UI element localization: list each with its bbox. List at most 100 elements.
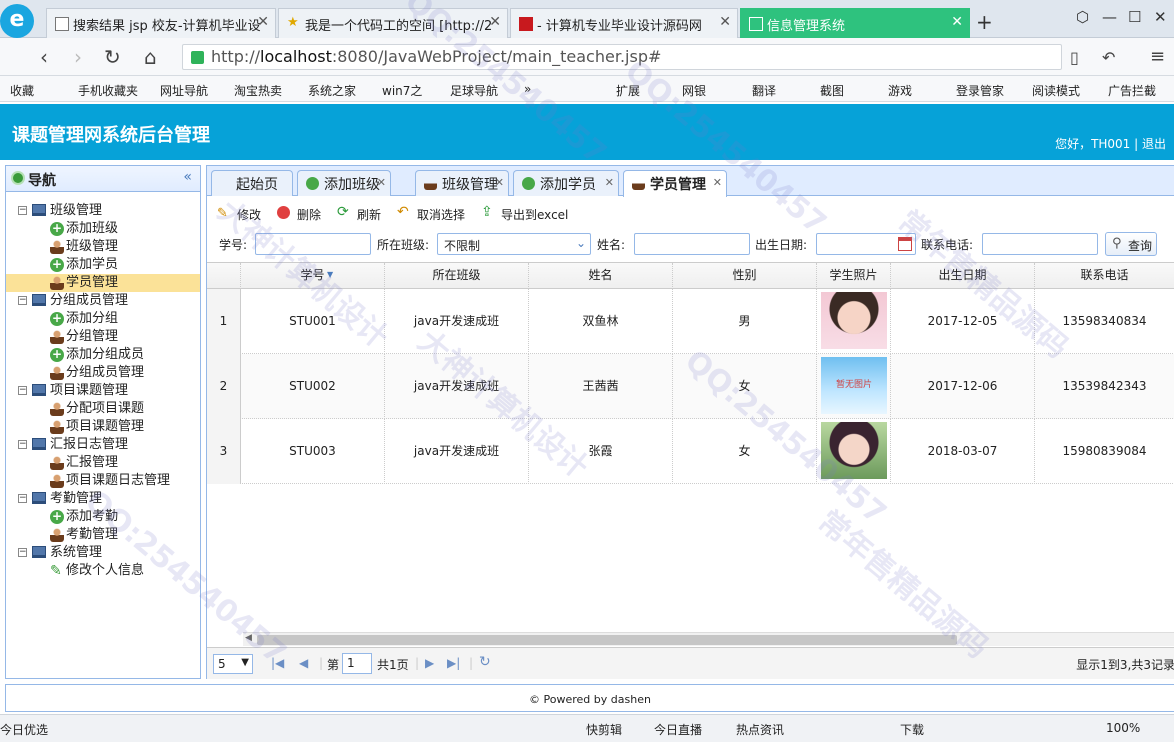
sidebar-item[interactable]: 学员管理	[6, 274, 200, 292]
back-button[interactable]: ‹	[40, 45, 48, 69]
page-number-input[interactable]: 1	[342, 653, 372, 674]
bookmark-item[interactable]: 手机收藏夹	[78, 82, 138, 99]
refresh-icon[interactable]: ↻	[479, 654, 491, 670]
close-icon[interactable]: ✕	[257, 14, 269, 30]
close-icon[interactable]: ✕	[377, 176, 386, 189]
first-page-icon[interactable]: |◀	[271, 656, 284, 670]
student-id-input[interactable]	[255, 233, 371, 255]
sidebar-group[interactable]: − 分组成员管理	[6, 292, 200, 310]
status-item[interactable]: 快剪辑	[586, 721, 622, 738]
browser-tab-2[interactable]: ★ 我是一个代码工的空间 [http://2 ✕	[278, 8, 508, 38]
column-header[interactable]: 学生照片	[817, 263, 891, 289]
bookmark-item[interactable]: 网址导航	[160, 82, 208, 99]
export-excel-button[interactable]: ⇪ 导出到excel	[481, 205, 568, 223]
sidebar-item[interactable]: 项目课题日志管理	[6, 472, 200, 490]
column-header[interactable]: 性别	[673, 263, 817, 289]
status-item[interactable]: 今日直播	[654, 721, 702, 738]
bookmark-item[interactable]: 登录管家	[956, 82, 1004, 99]
reload-button[interactable]: ↻	[104, 45, 121, 69]
bookmark-item[interactable]: 翻译	[752, 82, 776, 99]
sidebar-item[interactable]: + 添加考勤	[6, 508, 200, 526]
sidebar-item[interactable]: + 添加学员	[6, 256, 200, 274]
bookmark-item[interactable]: 网银	[682, 82, 706, 99]
close-icon[interactable]: ✕	[489, 14, 501, 30]
maximize-button[interactable]: ☐	[1128, 8, 1141, 26]
bookmark-item[interactable]: 游戏	[888, 82, 912, 99]
column-header[interactable]: 联系电话	[1035, 263, 1174, 289]
bookmark-item[interactable]: 阅读模式	[1032, 82, 1080, 99]
collapse-toggle-icon[interactable]: −	[18, 206, 27, 215]
bookmark-item[interactable]: win7之	[382, 82, 422, 99]
prev-page-icon[interactable]: ◀	[299, 656, 308, 670]
sidebar-item[interactable]: 考勤管理	[6, 526, 200, 544]
home-icon[interactable]: ⌂	[144, 45, 157, 69]
calendar-icon[interactable]	[898, 237, 912, 251]
collapse-toggle-icon[interactable]: −	[18, 548, 27, 557]
undo-icon[interactable]: ↶	[1102, 48, 1115, 67]
sidebar-item[interactable]: 汇报管理	[6, 454, 200, 472]
zoom-level[interactable]: 100%	[1106, 721, 1140, 735]
horizontal-scrollbar[interactable]: ◀	[243, 632, 1174, 646]
panel-tab[interactable]: 起始页	[211, 170, 293, 196]
scroll-left-icon[interactable]: ◀	[245, 633, 252, 643]
status-item[interactable]: 热点资讯	[736, 721, 784, 738]
table-row[interactable]: 2 STU002 java开发速成班 王茜茜女 暂无图片 2017-12-06 135398…	[207, 354, 1174, 419]
sidebar-item[interactable]: 班级管理	[6, 238, 200, 256]
next-page-icon[interactable]: ▶	[425, 656, 434, 670]
skin-icon[interactable]: ⬡	[1076, 8, 1089, 26]
sidebar-group[interactable]: − 汇报日志管理	[6, 436, 200, 454]
table-row[interactable]: 1 STU001 java开发速成班 双鱼林男 2017-12-05 1359834083…	[207, 289, 1174, 354]
status-item[interactable]: 今日优选	[0, 721, 48, 738]
sidebar-item[interactable]: 项目课题管理	[6, 418, 200, 436]
sidebar-group[interactable]: − 项目课题管理	[6, 382, 200, 400]
sidebar-item[interactable]: + 添加分组	[6, 310, 200, 328]
sidebar-group[interactable]: − 系统管理	[6, 544, 200, 562]
panel-tab[interactable]: 添加班级 ✕	[297, 170, 391, 196]
close-icon[interactable]: ✕	[605, 176, 614, 189]
close-icon[interactable]: ✕	[495, 176, 504, 189]
collapse-toggle-icon[interactable]: −	[18, 494, 27, 503]
phone-icon[interactable]: ▯	[1070, 48, 1079, 67]
last-page-icon[interactable]: ▶|	[447, 656, 460, 670]
table-row[interactable]: 3 STU003 java开发速成班 张霞女 2018-03-07 15980839084	[207, 419, 1174, 484]
column-header[interactable]: 出生日期	[891, 263, 1035, 289]
sidebar-item[interactable]: ✎ 修改个人信息	[6, 562, 200, 580]
sidebar-item[interactable]: 分组管理	[6, 328, 200, 346]
close-icon[interactable]: ✕	[951, 14, 963, 30]
bookmark-item[interactable]: 广告拦截	[1108, 82, 1156, 99]
bookmark-item[interactable]: 淘宝热卖	[234, 82, 282, 99]
minimize-button[interactable]: —	[1102, 8, 1117, 26]
column-header[interactable]: 所在班级	[385, 263, 529, 289]
browser-tab-active[interactable]: 信息管理系统 ✕	[740, 8, 970, 38]
sidebar-item[interactable]: 分配项目课题	[6, 400, 200, 418]
refresh-button[interactable]: ⟳ 刷新	[337, 205, 381, 223]
column-header[interactable]: 姓名	[529, 263, 673, 289]
panel-tab[interactable]: 班级管理 ✕	[415, 170, 509, 196]
panel-tab[interactable]: 添加学员 ✕	[513, 170, 619, 196]
forward-button[interactable]: ›	[74, 45, 82, 69]
menu-icon[interactable]: ≡	[1150, 46, 1165, 67]
scrollbar-thumb[interactable]	[257, 635, 957, 645]
bookmark-more[interactable]: »	[524, 82, 531, 96]
bookmark-item[interactable]: 收藏	[10, 82, 34, 99]
bookmark-item[interactable]: 系统之家	[308, 82, 356, 99]
sidebar-group[interactable]: − 考勤管理	[6, 490, 200, 508]
panel-tab[interactable]: 学员管理 ✕	[623, 170, 727, 197]
sidebar-item[interactable]: + 添加班级	[6, 220, 200, 238]
status-item[interactable]: 下载	[900, 721, 924, 738]
name-input[interactable]	[634, 233, 750, 255]
close-icon[interactable]: ✕	[713, 176, 722, 189]
browser-tab-1[interactable]: 搜索结果 jsp 校友-计算机毕业设 ✕	[46, 8, 276, 38]
column-header[interactable]: 学号	[241, 263, 385, 289]
close-window-button[interactable]: ✕	[1154, 8, 1167, 26]
sidebar-group[interactable]: − 班级管理	[6, 202, 200, 220]
collapse-toggle-icon[interactable]: −	[18, 440, 27, 449]
sidebar-item[interactable]: + 添加分组成员	[6, 346, 200, 364]
bookmark-item[interactable]: 截图	[820, 82, 844, 99]
welcome-logout[interactable]: 您好，TH001 | 退出	[1055, 135, 1166, 152]
new-tab-button[interactable]: +	[976, 10, 993, 34]
search-button[interactable]: ⚲ 查询	[1105, 232, 1157, 256]
bookmark-item[interactable]: 扩展	[616, 82, 640, 99]
birth-date-input[interactable]	[816, 233, 916, 255]
close-icon[interactable]: ✕	[719, 14, 731, 30]
